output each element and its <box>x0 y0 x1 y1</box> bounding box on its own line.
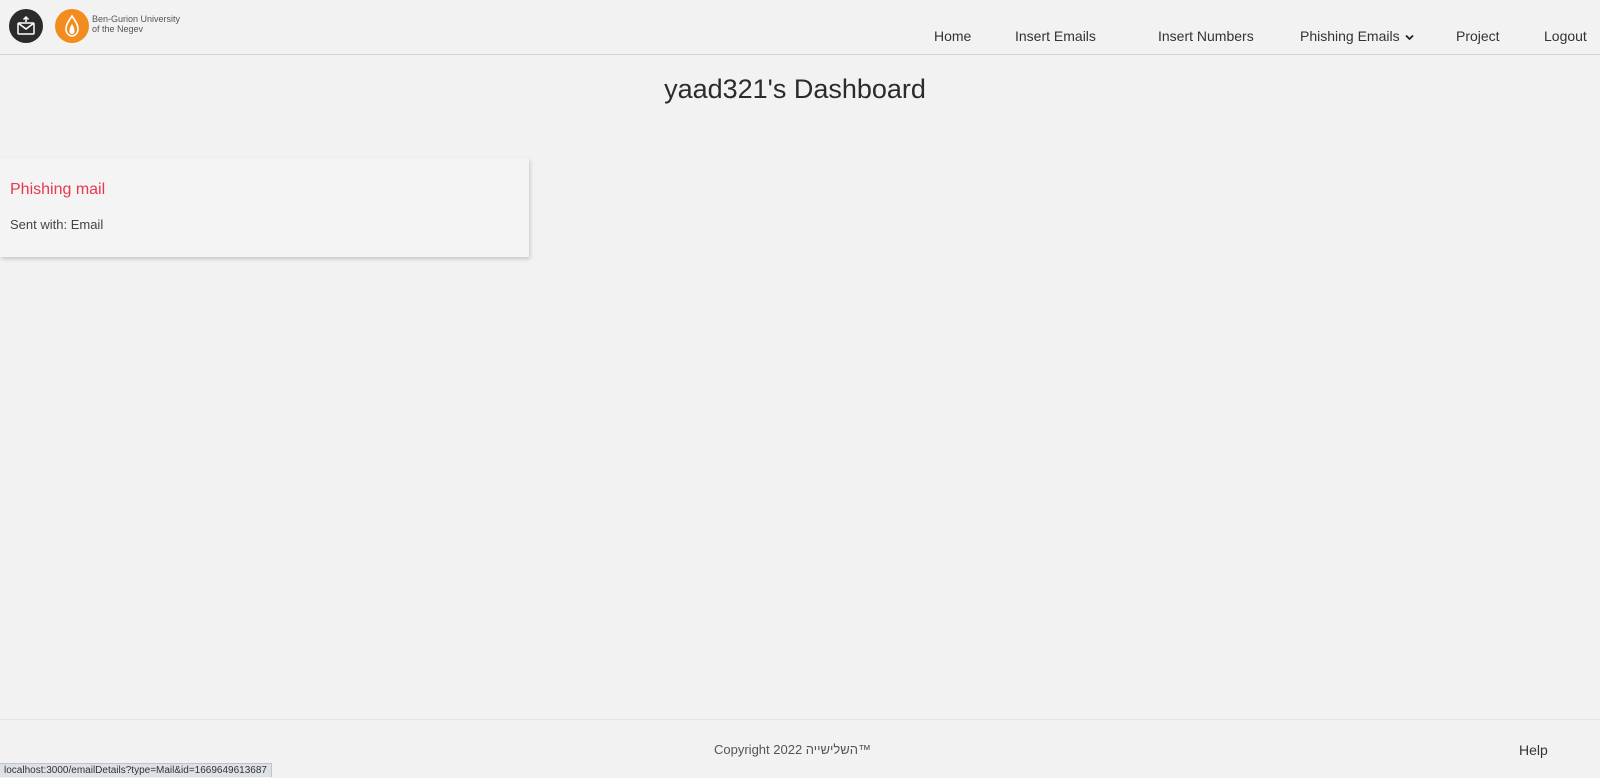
nav-home-label: Home <box>934 28 972 44</box>
nav-insert-emails-label: Insert Emails <box>1015 28 1096 44</box>
nav-home[interactable]: Home <box>934 28 971 44</box>
nav-logout-label: Logout <box>1544 28 1587 44</box>
nav-insert-numbers-label: Insert Numbers <box>1158 28 1254 44</box>
nav-logout[interactable]: Logout <box>1544 28 1587 44</box>
card-title: Phishing mail <box>10 181 106 198</box>
header: Ben-Gurion University of the Negev Home … <box>0 0 1600 55</box>
page-title: yaad321's Dashboard <box>664 74 926 104</box>
mail-upload-icon[interactable] <box>9 9 43 43</box>
bgu-flame-icon[interactable] <box>55 9 89 43</box>
phishing-card[interactable]: Phishing mail Sent with: Email <box>0 158 529 257</box>
help-link[interactable]: Help <box>1519 742 1548 758</box>
nav-project-label: Project <box>1456 28 1500 44</box>
nav-phishing-emails-label: Phishing Emails <box>1300 28 1400 44</box>
card-subtitle: Sent with: Email <box>10 217 104 232</box>
university-line-1: Ben-Gurion University <box>92 14 181 24</box>
chevron-down-icon <box>1404 28 1414 44</box>
nav-insert-emails[interactable]: Insert Emails <box>1015 28 1096 44</box>
footer-divider <box>0 719 1600 720</box>
university-name: Ben-Gurion University of the Negev <box>92 14 192 34</box>
nav-phishing-emails[interactable]: Phishing Emails <box>1300 28 1414 44</box>
nav-insert-numbers[interactable]: Insert Numbers <box>1158 28 1254 44</box>
copyright-text: Copyright 2022 השלישייה™ <box>714 742 871 757</box>
university-line-2: of the Negev <box>92 24 144 34</box>
status-bar-url: localhost:3000/emailDetails?type=Mail&id… <box>0 763 272 777</box>
nav-project[interactable]: Project <box>1456 28 1500 44</box>
